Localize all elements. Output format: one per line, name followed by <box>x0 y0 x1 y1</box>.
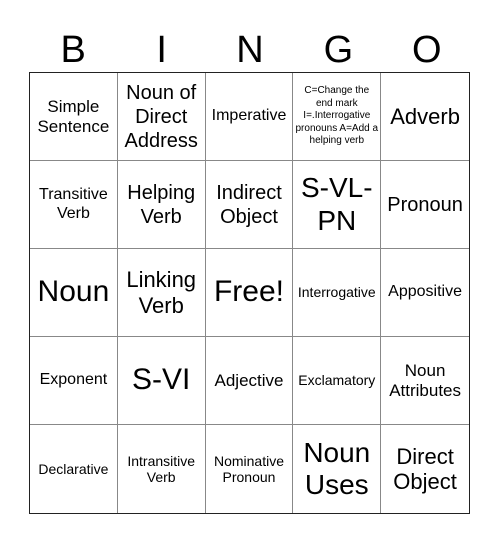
bingo-cell[interactable]: S-VI <box>117 337 206 425</box>
free-space[interactable]: Free! <box>205 249 294 337</box>
bingo-cell[interactable]: Transitive Verb <box>30 161 118 249</box>
header-letter-b: B <box>60 29 86 71</box>
header-letter-g: G <box>323 29 354 71</box>
bingo-cell[interactable]: Helping Verb <box>117 161 206 249</box>
bingo-header: B I N G O <box>29 28 471 72</box>
bingo-cell[interactable]: Adjective <box>205 337 294 425</box>
bingo-cell[interactable]: Appositive <box>381 249 469 337</box>
header-letter-o: O <box>412 29 442 71</box>
bingo-cell[interactable]: Noun of Direct Address <box>117 73 206 161</box>
bingo-cell[interactable]: Adverb <box>381 73 469 161</box>
bingo-cell[interactable]: Indirect Object <box>205 161 294 249</box>
bingo-cell[interactable]: Noun <box>30 249 118 337</box>
bingo-cell[interactable]: Interrogative <box>293 249 382 337</box>
bingo-cell[interactable]: Exclamatory <box>293 337 382 425</box>
bingo-cell[interactable]: Simple Sentence <box>30 73 118 161</box>
bingo-cell[interactable]: Exponent <box>30 337 118 425</box>
bingo-cell[interactable]: Linking Verb <box>117 249 206 337</box>
bingo-grid: Simple Sentence Noun of Direct Address I… <box>29 72 470 514</box>
bingo-cell[interactable]: Noun Uses <box>293 425 382 513</box>
bingo-cell[interactable]: Pronoun <box>381 161 469 249</box>
bingo-cell[interactable]: Direct Object <box>381 425 469 513</box>
bingo-cell[interactable]: Imperative <box>205 73 294 161</box>
bingo-cell[interactable]: Declarative <box>30 425 118 513</box>
bingo-cell[interactable]: Nominative Pronoun <box>206 425 294 513</box>
bingo-cell[interactable]: S-VL-PN <box>293 161 382 249</box>
header-letter-i: I <box>156 29 167 71</box>
bingo-cell[interactable]: Noun Attributes <box>381 337 469 425</box>
bingo-cell[interactable]: Intransitive Verb <box>118 425 206 513</box>
header-letter-n: N <box>236 29 264 71</box>
bingo-cell[interactable]: C=Change the end mark I=.Interrogative p… <box>293 73 382 161</box>
